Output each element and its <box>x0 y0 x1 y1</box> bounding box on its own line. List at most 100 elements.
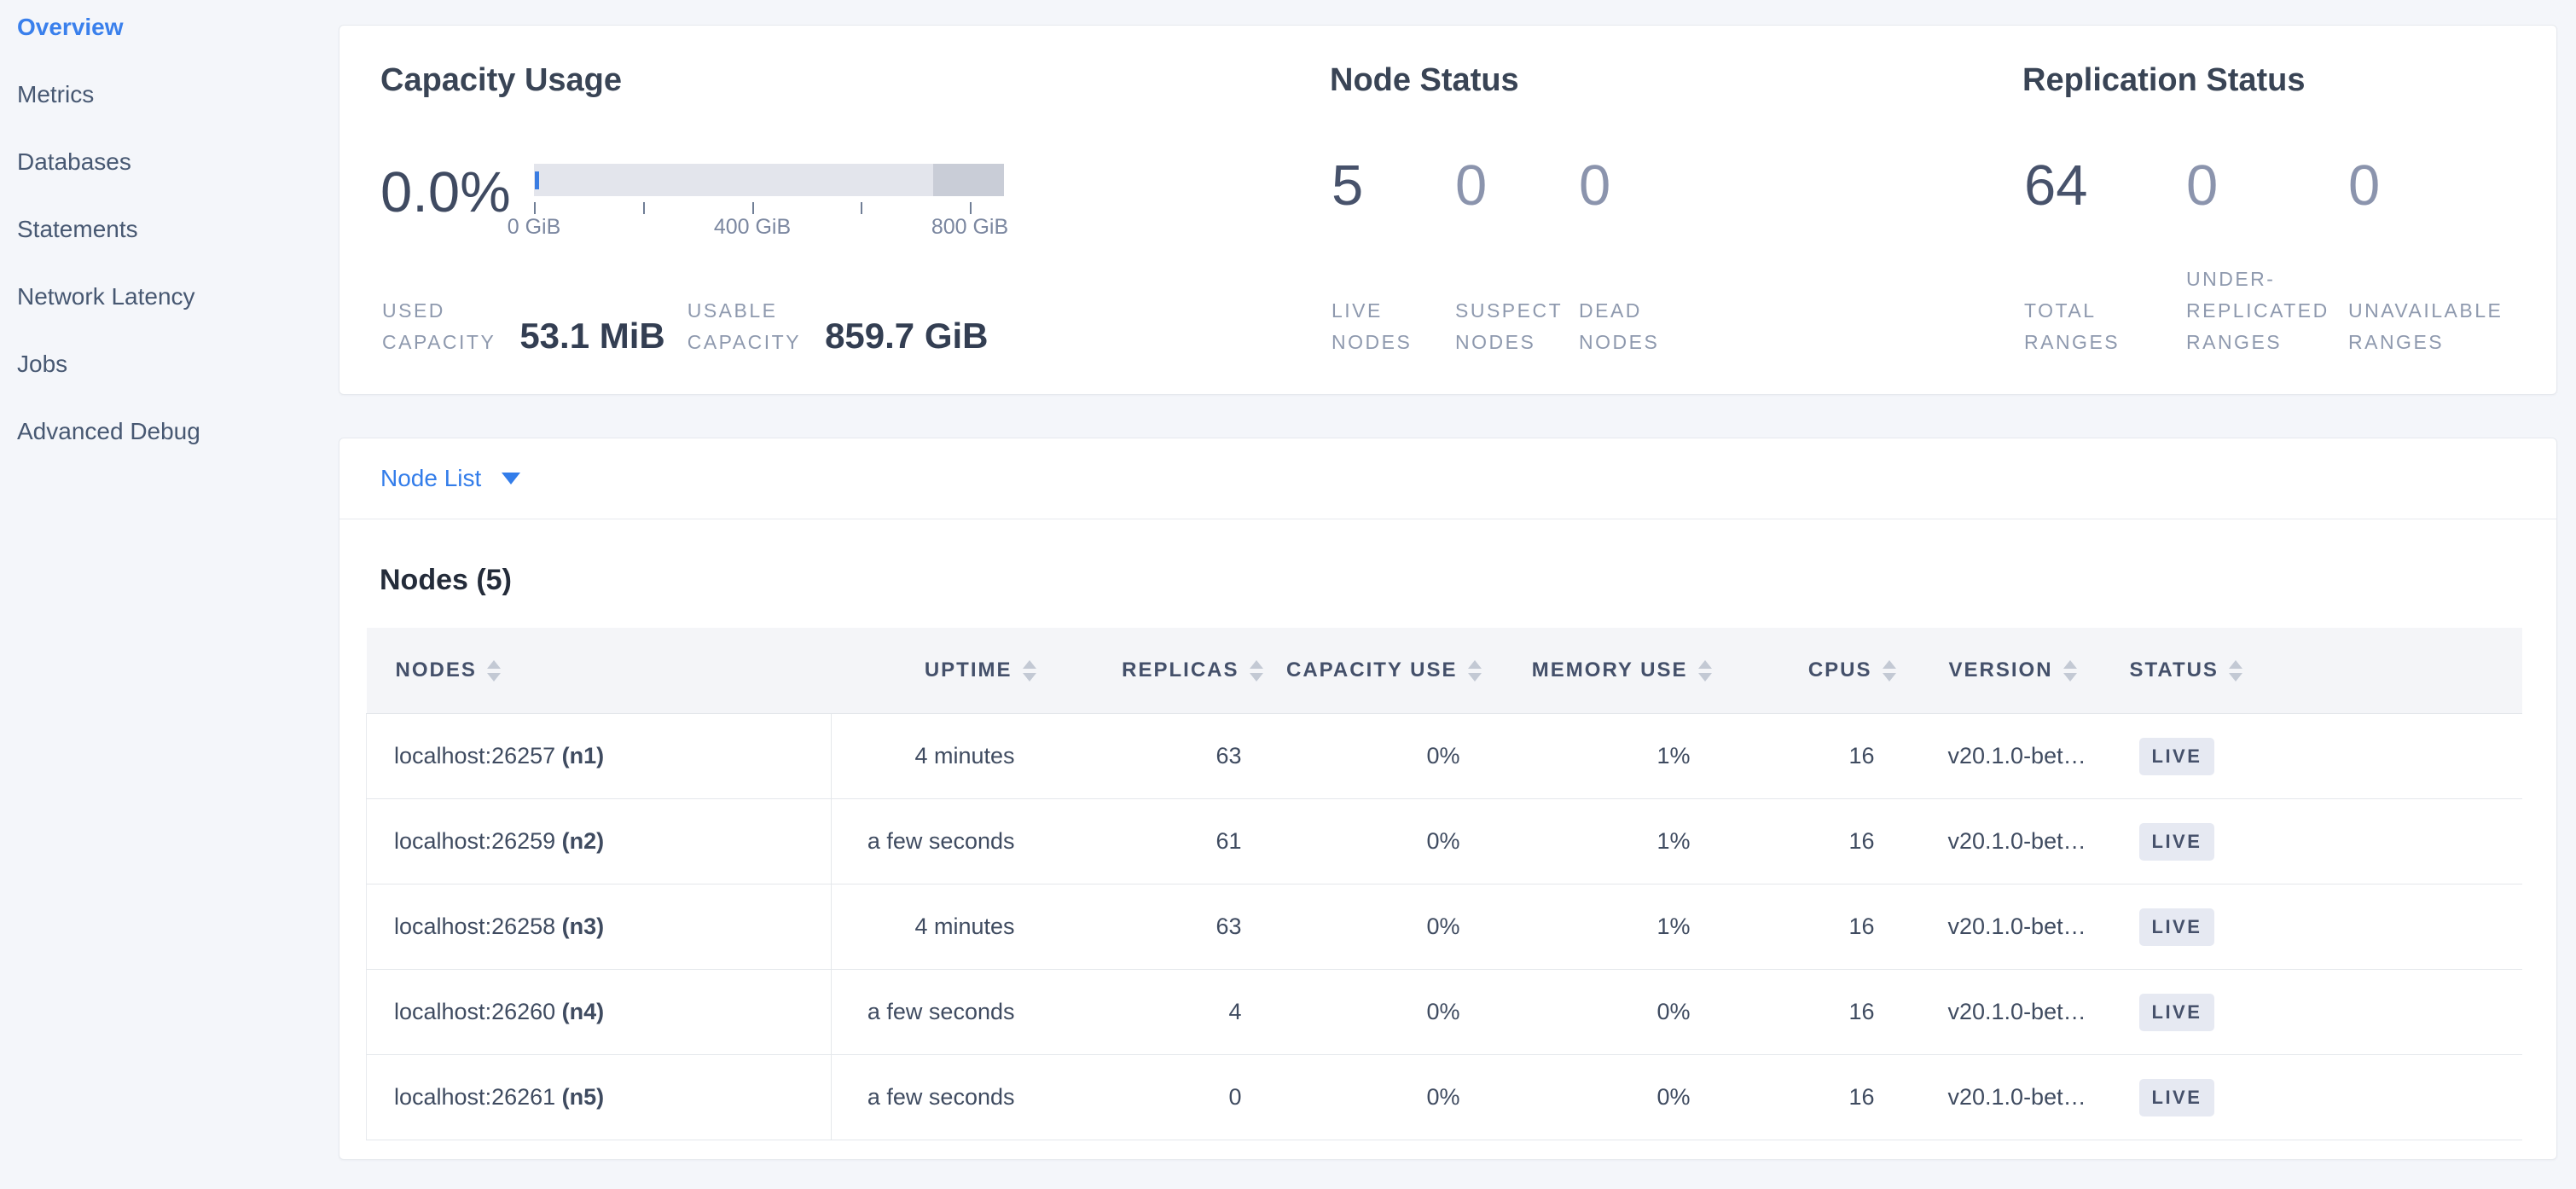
stat-label-line: RANGES <box>2186 327 2348 358</box>
node-list-dropdown[interactable]: Node List <box>339 438 2556 519</box>
cell-version: v20.1.0-bet… <box>1909 970 2109 1055</box>
cell-replicas: 63 <box>1049 884 1276 970</box>
node-address[interactable]: localhost:26260 <box>394 999 555 1024</box>
sidebar-item-jobs[interactable]: Jobs <box>0 330 338 397</box>
nodes-table-title: Nodes (5) <box>380 564 2520 597</box>
cell-version: v20.1.0-bet… <box>1909 799 2109 884</box>
stat-label-under--replicated-ranges: UNDER-REPLICATEDRANGES <box>2186 264 2348 358</box>
column-header-replicas[interactable]: REPLICAS <box>1049 628 1276 714</box>
table-row: localhost:26257 (n1)4 minutes630%1%16v20… <box>367 714 2522 799</box>
node-address[interactable]: localhost:26257 <box>394 743 555 768</box>
cell-cpus: 16 <box>1725 884 1909 970</box>
cell-replicas: 0 <box>1049 1055 1276 1140</box>
status-badge: LIVE <box>2139 908 2215 946</box>
cell-cpus: 16 <box>1725 1055 1909 1140</box>
stat-label-line: NODES <box>1579 327 1703 358</box>
node-list-dropdown-label[interactable]: Node List <box>380 465 481 492</box>
nodes-table-body: localhost:26257 (n1)4 minutes630%1%16v20… <box>367 714 2522 1140</box>
axis-tick <box>970 202 972 214</box>
cell-nodes[interactable]: localhost:26257 (n1) <box>367 714 832 799</box>
node-address[interactable]: localhost:26261 <box>394 1084 555 1110</box>
sort-down-arrow <box>2063 673 2077 682</box>
node-id: (n5) <box>555 1084 604 1110</box>
column-header-inner: UPTIME <box>833 655 1048 686</box>
sort-up-arrow <box>1023 660 1036 669</box>
cell-cpus: 16 <box>1725 799 1909 884</box>
column-header-label: REPLICAS <box>1122 655 1239 686</box>
cell-cpus: 16 <box>1725 714 1909 799</box>
column-header-capacity_use[interactable]: CAPACITY USE <box>1276 628 1494 714</box>
stat-value-live-nodes: 5 <box>1332 154 1455 218</box>
stat-label-line: USABLE <box>688 295 801 327</box>
column-header-inner: MEMORY USE <box>1495 655 1724 686</box>
capacity-stats: USEDCAPACITY53.1 MiB USABLECAPACITY859.7 … <box>382 293 989 358</box>
cell-replicas: 4 <box>1049 970 1276 1055</box>
column-header-uptime[interactable]: UPTIME <box>832 628 1049 714</box>
sort-up-arrow <box>1468 660 1482 669</box>
sidebar-item-metrics[interactable]: Metrics <box>0 61 338 128</box>
cell-capacity_use: 0% <box>1276 799 1494 884</box>
cell-memory_use: 0% <box>1494 970 1725 1055</box>
node-status-section: Node Status 500 LIVENODESSUSPECTNODESDEA… <box>1330 26 2012 394</box>
sidebar-item-network-latency[interactable]: Network Latency <box>0 263 338 330</box>
sidebar: OverviewMetricsDatabasesStatementsNetwor… <box>0 0 338 465</box>
stat-label-line: SUSPECT <box>1455 295 1579 327</box>
stat-label-live-nodes: LIVENODES <box>1332 295 1455 358</box>
axis-tick-label: 400 GiB <box>714 215 791 240</box>
sidebar-item-statements[interactable]: Statements <box>0 195 338 263</box>
stat-value-under--replicated-ranges: 0 <box>2186 154 2348 218</box>
sidebar-item-overview[interactable]: Overview <box>0 0 338 61</box>
node-list-panel: Node List Nodes (5) NODESUPTIME REPLICAS C… <box>339 438 2557 1160</box>
cell-status: LIVE <box>2109 1055 2522 1140</box>
cell-nodes[interactable]: localhost:26261 (n5) <box>367 1055 832 1140</box>
capacity-bar <box>534 164 1012 196</box>
sort-up-arrow <box>487 660 501 669</box>
cell-version: v20.1.0-bet… <box>1909 884 2109 970</box>
cell-nodes[interactable]: localhost:26258 (n3) <box>367 884 832 970</box>
sort-icon <box>1250 660 1263 682</box>
column-header-label: CAPACITY USE <box>1286 655 1457 686</box>
node-status-labels: LIVENODESSUSPECTNODESDEADNODES <box>1332 293 1703 358</box>
stat-value: 53.1 MiB <box>519 316 664 357</box>
column-header-cpus[interactable]: CPUS <box>1725 628 1909 714</box>
node-id: (n4) <box>555 999 604 1024</box>
cell-uptime: a few seconds <box>832 970 1049 1055</box>
capacity-bar-segment-other <box>933 164 1004 196</box>
column-header-nodes[interactable]: NODES <box>367 628 832 714</box>
node-address[interactable]: localhost:26258 <box>394 914 555 939</box>
cell-nodes[interactable]: localhost:26260 (n4) <box>367 970 832 1055</box>
stat-label-line: TOTAL <box>2024 295 2186 327</box>
node-id: (n1) <box>555 743 604 768</box>
cluster-overview-page: OverviewMetricsDatabasesStatementsNetwor… <box>0 0 2576 1189</box>
column-header-label: VERSION <box>1949 655 2053 686</box>
table-row: localhost:26261 (n5)a few seconds00%0%16… <box>367 1055 2522 1140</box>
capacity-usage-title: Capacity Usage <box>380 62 622 99</box>
stat-value-unavailable-ranges: 0 <box>2348 154 2510 218</box>
column-header-memory_use[interactable]: MEMORY USE <box>1494 628 1725 714</box>
stat-usable-capacity: USABLECAPACITY859.7 GiB <box>688 295 989 358</box>
column-header-inner: CPUS <box>1726 655 1908 686</box>
capacity-usage-section: Capacity Usage 0.0% 0 GiB400 GiB800 GiB … <box>380 26 1319 394</box>
node-status-title: Node Status <box>1330 62 1519 99</box>
stat-label-suspect-nodes: SUSPECTNODES <box>1455 295 1579 358</box>
sidebar-item-advanced-debug[interactable]: Advanced Debug <box>0 397 338 465</box>
stat-label-line: DEAD <box>1579 295 1703 327</box>
sort-icon <box>2229 660 2242 682</box>
node-address[interactable]: localhost:26259 <box>394 828 555 854</box>
capacity-axis <box>534 196 1012 215</box>
cell-cpus: 16 <box>1725 970 1909 1055</box>
stat-used-capacity: USEDCAPACITY53.1 MiB <box>382 295 665 358</box>
sort-down-arrow <box>1023 673 1036 682</box>
cell-replicas: 61 <box>1049 799 1276 884</box>
column-header-label: CPUS <box>1808 655 1872 686</box>
cell-capacity_use: 0% <box>1276 714 1494 799</box>
cell-memory_use: 1% <box>1494 884 1725 970</box>
cell-nodes[interactable]: localhost:26259 (n2) <box>367 799 832 884</box>
sort-down-arrow <box>1250 673 1263 682</box>
node-id: (n3) <box>555 914 604 939</box>
column-header-status[interactable]: STATUS <box>2109 628 2522 714</box>
column-header-label: STATUS <box>2130 655 2219 686</box>
column-header-version[interactable]: VERSION <box>1909 628 2109 714</box>
sidebar-item-databases[interactable]: Databases <box>0 128 338 195</box>
node-id: (n2) <box>555 828 604 854</box>
